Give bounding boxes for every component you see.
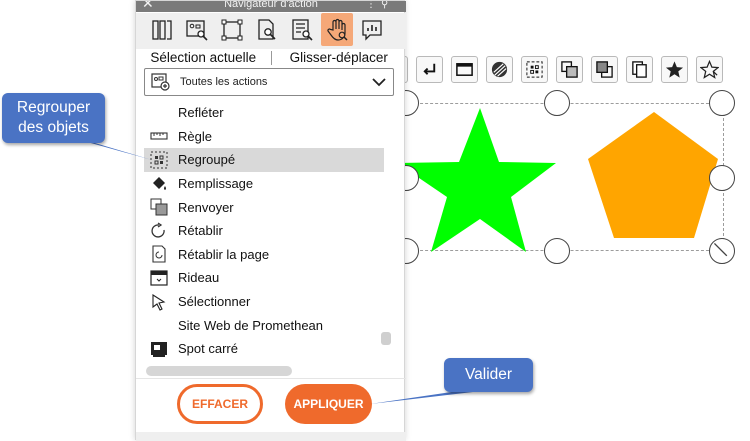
object-toolbar bbox=[398, 56, 723, 90]
pages-icon bbox=[152, 19, 172, 40]
tab-list-search[interactable] bbox=[286, 13, 318, 46]
list-search-icon bbox=[292, 18, 313, 41]
panel-titlebar: ✕ Navigateur d'action ⋮ ⚲ bbox=[136, 1, 406, 12]
green-star-shape[interactable] bbox=[397, 108, 556, 252]
page-search-icon bbox=[258, 18, 276, 40]
clear-button[interactable]: EFFACER bbox=[177, 384, 263, 424]
list-item-label: Renvoyer bbox=[178, 199, 234, 215]
tab-pages[interactable] bbox=[146, 13, 178, 46]
bring-forward-icon[interactable] bbox=[591, 56, 618, 83]
star-outline-icon[interactable] bbox=[696, 56, 723, 83]
pin-icon[interactable]: ⚲ bbox=[381, 1, 388, 10]
spotlight-icon bbox=[148, 340, 170, 358]
objects-search-icon bbox=[186, 19, 208, 41]
handle-top-middle[interactable] bbox=[544, 90, 570, 116]
hand-pointer-icon bbox=[327, 18, 348, 41]
callout-group-line2: des objets bbox=[18, 119, 89, 136]
action-navigator-panel: ✕ Navigateur d'action ⋮ ⚲ Sélection actu… bbox=[135, 0, 406, 441]
return-arrow-icon[interactable] bbox=[416, 56, 443, 83]
mode-current-selection[interactable]: Sélection actuelle bbox=[136, 49, 271, 67]
list-item-label: Rétablir bbox=[178, 223, 223, 239]
list-item-label: Sélectionner bbox=[178, 294, 251, 310]
handle-bottom-middle[interactable] bbox=[544, 238, 570, 264]
mode-drag-drop[interactable]: Glisser-déplacer bbox=[272, 49, 407, 67]
apply-button[interactable]: APPLIQUER bbox=[285, 384, 372, 424]
mode-selector: Sélection actuelle Glisser-déplacer bbox=[136, 49, 406, 67]
list-item-label: Règle bbox=[178, 128, 212, 144]
tab-action[interactable] bbox=[321, 13, 353, 46]
send-back-icon bbox=[148, 198, 170, 216]
tab-chart[interactable] bbox=[356, 13, 388, 46]
tab-frame[interactable] bbox=[216, 13, 248, 46]
list-item-promethean-website[interactable]: Site Web de Promethean bbox=[144, 313, 384, 337]
callout-validate: Valider bbox=[444, 358, 533, 392]
window-icon[interactable] bbox=[451, 56, 478, 83]
navigator-tabs bbox=[136, 13, 406, 49]
list-item-label: Remplissage bbox=[178, 176, 254, 192]
list-item-label: Spot carré bbox=[178, 341, 238, 357]
chevron-down-icon bbox=[372, 78, 386, 87]
filter-actions-icon bbox=[151, 73, 170, 91]
star-filled-icon[interactable] bbox=[661, 56, 688, 83]
blank-icon bbox=[148, 104, 170, 122]
more-menu-icon[interactable]: ⋮ bbox=[366, 1, 376, 10]
duplicate-icon[interactable] bbox=[626, 56, 653, 83]
callout-group-line1: Regrouper bbox=[16, 99, 91, 116]
action-filter-dropdown[interactable]: Toutes les actions bbox=[144, 68, 394, 96]
filter-selected-value: Toutes les actions bbox=[180, 76, 268, 88]
handle-bottom-right-no-icon[interactable] bbox=[709, 238, 735, 264]
redo-icon bbox=[148, 222, 170, 240]
list-item-fill[interactable]: Remplissage bbox=[144, 172, 384, 196]
callout-group-objects: Regrouper des objets bbox=[2, 93, 105, 143]
list-item-grouped[interactable]: Regroupé bbox=[144, 148, 384, 172]
list-item-label: Rétablir la page bbox=[178, 246, 270, 262]
list-item-curtain[interactable]: Rideau bbox=[144, 266, 384, 290]
list-item-ruler[interactable]: Règle bbox=[144, 125, 384, 149]
curtain-icon bbox=[148, 269, 170, 287]
list-item-reflect[interactable]: Refléter bbox=[144, 101, 384, 125]
tab-objects-search[interactable] bbox=[181, 13, 213, 46]
reset-page-icon bbox=[148, 245, 170, 263]
action-list: Refléter Règle Regroupé Remplissage Renv… bbox=[144, 101, 384, 363]
select-arrow-icon bbox=[148, 293, 170, 311]
group-icon bbox=[148, 151, 170, 169]
fill-bucket-icon bbox=[148, 175, 170, 193]
list-item-select[interactable]: Sélectionner bbox=[144, 290, 384, 314]
horizontal-scrollbar[interactable] bbox=[146, 366, 292, 376]
frame-icon bbox=[221, 19, 243, 40]
ruler-icon bbox=[148, 127, 170, 145]
list-item-label: Refléter bbox=[178, 105, 224, 121]
list-item-send-back[interactable]: Renvoyer bbox=[144, 195, 384, 219]
handle-top-right[interactable] bbox=[709, 90, 735, 116]
list-item-reset-page[interactable]: Rétablir la page bbox=[144, 243, 384, 267]
list-item-label: Site Web de Promethean bbox=[178, 317, 324, 333]
list-item-square-spotlight[interactable]: Spot carré bbox=[144, 337, 384, 361]
handle-middle-right[interactable] bbox=[709, 165, 735, 191]
canvas-shapes bbox=[397, 108, 718, 252]
orange-pentagon-shape[interactable] bbox=[588, 112, 718, 238]
vertical-scrollbar-thumb[interactable] bbox=[381, 332, 391, 345]
send-backward-icon[interactable] bbox=[556, 56, 583, 83]
list-item-label: Regroupé bbox=[178, 152, 236, 168]
tab-page-search[interactable] bbox=[251, 13, 283, 46]
chart-icon bbox=[362, 19, 382, 41]
blank-icon bbox=[148, 316, 170, 334]
group-select-icon[interactable] bbox=[521, 56, 548, 83]
list-item-label: Rideau bbox=[178, 270, 220, 286]
list-item-redo[interactable]: Rétablir bbox=[144, 219, 384, 243]
layers-circle-icon[interactable] bbox=[486, 56, 513, 83]
footer-divider bbox=[136, 378, 406, 379]
